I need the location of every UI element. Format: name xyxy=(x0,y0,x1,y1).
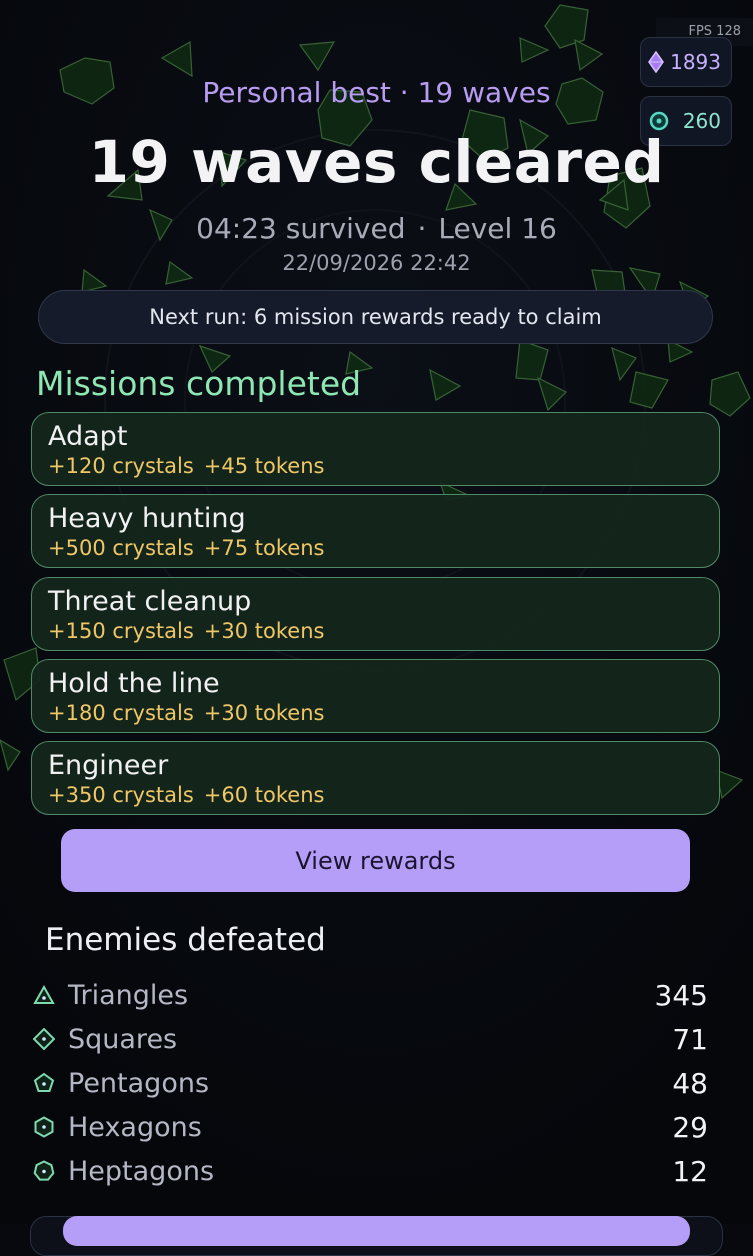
enemy-row-hexagons: Hexagons 29 xyxy=(24,1107,708,1147)
enemy-count: 48 xyxy=(672,1066,708,1100)
enemy-row-heptagons: Heptagons 12 xyxy=(24,1151,708,1191)
mission-reward: +180 crystals +30 tokens xyxy=(48,700,719,726)
mission-card-heavy-hunting: Heavy hunting +500 crystals +75 tokens xyxy=(31,494,720,568)
mission-card-engineer: Engineer +350 crystals +60 tokens xyxy=(31,741,720,815)
mission-card-hold-the-line: Hold the line +180 crystals +30 tokens xyxy=(31,659,720,733)
mission-card-threat-cleanup: Threat cleanup +150 crystals +30 tokens xyxy=(31,577,720,651)
triangle-icon xyxy=(24,985,64,1005)
missions-heading: Missions completed xyxy=(36,364,362,403)
enemy-name: Triangles xyxy=(68,979,189,1011)
mission-reward: +120 crystals +45 tokens xyxy=(48,453,719,479)
bottom-action-button[interactable] xyxy=(63,1216,690,1246)
next-run-banner[interactable]: Next run: 6 mission rewards ready to cla… xyxy=(38,290,713,344)
separator-dot: · xyxy=(417,212,427,245)
mission-reward: +350 crystals +60 tokens xyxy=(48,782,719,808)
enemy-name: Heptagons xyxy=(68,1155,215,1187)
mission-name: Heavy hunting xyxy=(48,503,246,534)
hexagon-icon xyxy=(24,1116,64,1138)
enemy-count: 345 xyxy=(654,978,708,1012)
enemies-heading: Enemies defeated xyxy=(45,922,326,958)
mission-name: Engineer xyxy=(48,750,169,781)
survived-time: 04:23 survived xyxy=(196,212,406,245)
reward-tokens: +60 tokens xyxy=(203,783,325,807)
mission-reward: +150 crystals +30 tokens xyxy=(48,618,719,644)
enemy-row-triangles: Triangles 345 xyxy=(24,975,708,1015)
reward-crystals: +350 crystals xyxy=(48,783,194,807)
page-title: 19 waves cleared xyxy=(88,128,665,196)
enemy-row-pentagons: Pentagons 48 xyxy=(24,1063,708,1103)
reward-crystals: +180 crystals xyxy=(48,701,194,725)
pentagon-icon xyxy=(24,1072,64,1094)
diamond-icon xyxy=(641,51,670,73)
square-icon xyxy=(24,1028,64,1050)
enemy-name: Squares xyxy=(68,1023,178,1055)
enemy-name: Pentagons xyxy=(68,1067,210,1099)
reward-crystals: +120 crystals xyxy=(48,454,194,478)
run-stats: 04:23 survived · Level 16 xyxy=(0,212,753,245)
mission-name: Threat cleanup xyxy=(48,586,252,617)
heptagon-icon xyxy=(24,1160,64,1182)
reward-crystals: +500 crystals xyxy=(48,536,194,560)
view-rewards-button[interactable]: View rewards xyxy=(61,829,690,892)
enemy-count: 29 xyxy=(672,1110,708,1144)
reward-crystals: +150 crystals xyxy=(48,619,194,643)
run-datetime: 22/09/2026 22:42 xyxy=(282,251,471,275)
enemy-row-squares: Squares 71 xyxy=(24,1019,708,1059)
enemy-count: 71 xyxy=(672,1022,708,1056)
reward-tokens: +30 tokens xyxy=(203,619,325,643)
enemy-name: Hexagons xyxy=(68,1111,202,1143)
enemy-count: 12 xyxy=(672,1154,708,1188)
reward-tokens: +45 tokens xyxy=(203,454,325,478)
mission-reward: +500 crystals +75 tokens xyxy=(48,535,719,561)
personal-best: Personal best · 19 waves xyxy=(202,76,551,109)
reward-tokens: +75 tokens xyxy=(203,536,325,560)
mission-name: Hold the line xyxy=(48,668,220,699)
crystal-count: 1893 xyxy=(670,50,721,74)
level-reached: Level 16 xyxy=(438,212,557,245)
reward-tokens: +30 tokens xyxy=(203,701,325,725)
mission-card-adapt: Adapt +120 crystals +45 tokens xyxy=(31,412,720,486)
mission-name: Adapt xyxy=(48,421,128,452)
